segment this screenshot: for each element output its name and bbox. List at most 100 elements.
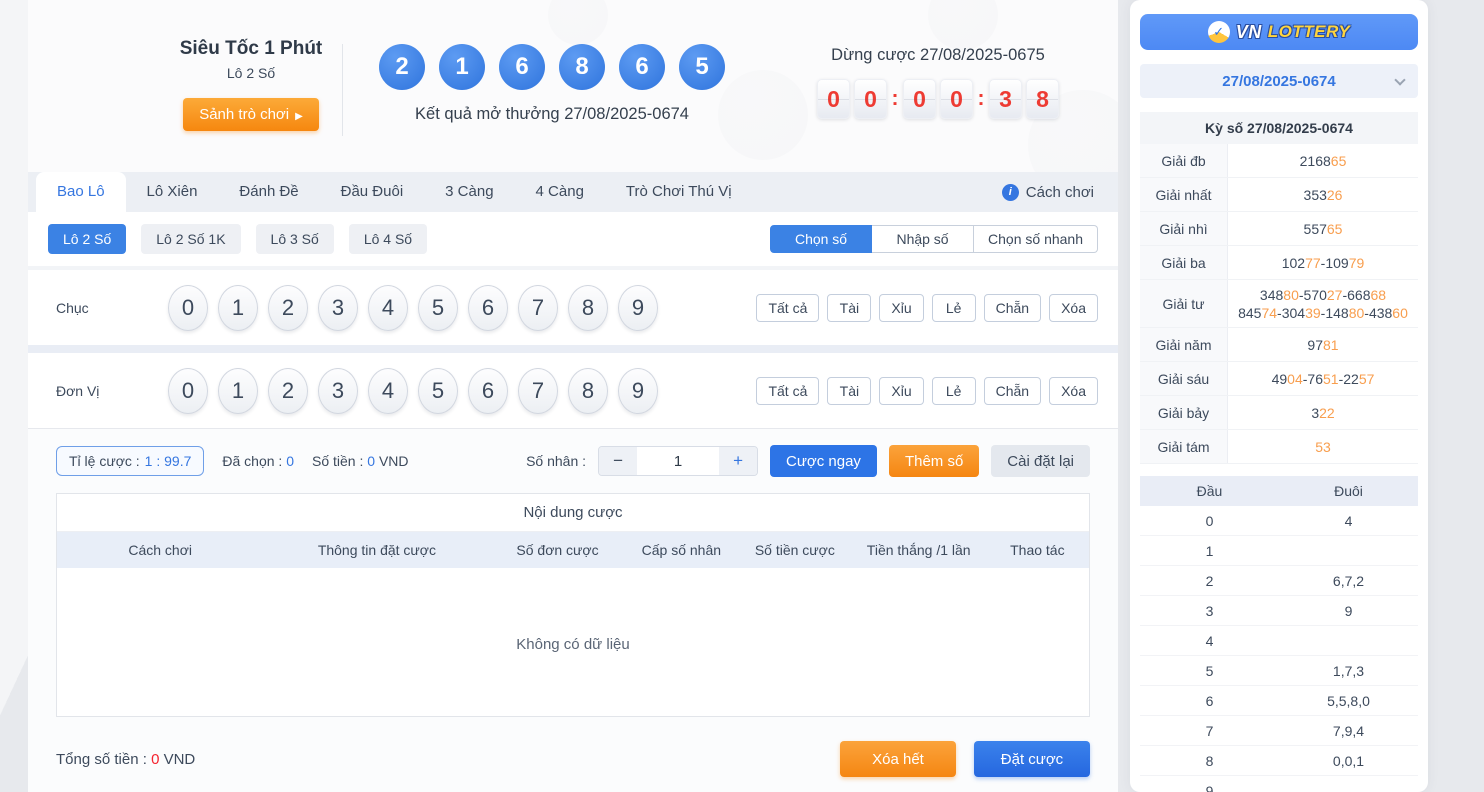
picker-rows: Chục0123456789Tất cảTàiXỉuLẻChẵnXóaĐơn V… (28, 270, 1118, 428)
lottery-logo-banner[interactable]: ✓ VNLOTTERY (1140, 14, 1418, 50)
subtabs-bar: Lô 2 Số Lô 2 Số 1K Lô 3 Số Lô 4 Số Chọn sốN… (28, 212, 1118, 266)
logo-text-vn: VN (1236, 22, 1262, 43)
tail-value (1279, 626, 1418, 655)
multiplier-plus-button[interactable]: + (719, 447, 757, 475)
chevron-down-icon (1394, 74, 1405, 85)
prize-line: 216865 (1300, 152, 1347, 170)
result-ball: 6 (499, 44, 545, 90)
digit-button-2[interactable]: 2 (268, 285, 308, 331)
digit-button-6[interactable]: 6 (468, 285, 508, 331)
add-number-button[interactable]: Thêm số (889, 445, 979, 477)
prize-value: 55765 (1228, 212, 1418, 245)
tab-3 Càng[interactable]: 3 Càng (424, 172, 514, 212)
digit-button-9[interactable]: 9 (618, 285, 658, 331)
main-tabs: Bao LôLô XiênĐánh ĐềĐầu Đuôi3 Càng4 Càng… (36, 172, 753, 212)
play-arrow-icon: ▶ (295, 111, 303, 122)
digit-button-6[interactable]: 6 (468, 368, 508, 414)
tab-Trò Chơi Thú Vị[interactable]: Trò Chơi Thú Vị (605, 172, 753, 212)
tab-Lô Xiên[interactable]: Lô Xiên (126, 172, 219, 212)
digit-button-8[interactable]: 8 (568, 285, 608, 331)
mode-Chọn số nhanh[interactable]: Chọn số nhanh (974, 225, 1098, 253)
game-header: Siêu Tốc 1 Phút Lô 2 Số Sảnh trò chơi▶ 2… (28, 0, 1118, 172)
quick-Xóa[interactable]: Xóa (1049, 294, 1098, 322)
digit-button-1[interactable]: 1 (218, 368, 258, 414)
quick-Chẵn[interactable]: Chẵn (984, 377, 1041, 405)
tail-column-label: Đuôi (1279, 476, 1418, 506)
clear-all-button[interactable]: Xóa hết (840, 741, 956, 777)
quick-Tài[interactable]: Tài (827, 377, 871, 405)
prize-digits-highlight: 27 (1327, 287, 1343, 303)
headtail-row: 04 (1140, 506, 1418, 536)
head-value: 6 (1140, 686, 1279, 715)
how-to-play[interactable]: i Cách chơi (1002, 172, 1094, 212)
prize-digits: 570 (1304, 287, 1327, 303)
headtail-row: 26,7,2 (1140, 566, 1418, 596)
tab-Đầu Đuôi[interactable]: Đầu Đuôi (320, 172, 425, 212)
quick-Xỉu[interactable]: Xỉu (879, 377, 923, 405)
subtab-Lô 3 Số[interactable]: Lô 3 Số (256, 224, 334, 254)
total-value: 0 (151, 751, 159, 768)
digit-button-8[interactable]: 8 (568, 368, 608, 414)
period-selector[interactable]: 27/08/2025-0674 (1140, 64, 1418, 98)
amount-label: Số tiền : (312, 453, 363, 469)
countdown-digit: 8 (1026, 79, 1059, 119)
quick-Tất cả[interactable]: Tất cả (756, 294, 819, 322)
digit-button-9[interactable]: 9 (618, 368, 658, 414)
digit-button-3[interactable]: 3 (318, 285, 358, 331)
result-balls: 216865 (362, 44, 742, 90)
tab-Bao Lô[interactable]: Bao Lô (36, 172, 126, 212)
reset-button[interactable]: Cài đặt lại (991, 445, 1090, 477)
mode-Nhập số[interactable]: Nhập số (872, 225, 974, 253)
quick-Tài[interactable]: Tài (827, 294, 871, 322)
digit-button-4[interactable]: 4 (368, 285, 408, 331)
odds-label: Tỉ lệ cược : (69, 453, 140, 469)
digit-button-1[interactable]: 1 (218, 285, 258, 331)
subtabs: Lô 2 Số Lô 2 Số 1K Lô 3 Số Lô 4 Số (48, 224, 442, 254)
multiplier-input[interactable] (637, 447, 719, 475)
mode-switch: Chọn sốNhập sốChọn số nhanh (770, 225, 1098, 253)
digit-button-3[interactable]: 3 (318, 368, 358, 414)
bet-now-button[interactable]: Cược ngay (770, 445, 877, 477)
subtab-Lô 4 Số[interactable]: Lô 4 Số (349, 224, 427, 254)
prize-row: Giải ba10277-10979 (1140, 246, 1418, 280)
quick-Xỉu[interactable]: Xỉu (879, 294, 923, 322)
place-bet-button[interactable]: Đặt cược (974, 741, 1090, 777)
digit-button-7[interactable]: 7 (518, 285, 558, 331)
quick-Tất cả[interactable]: Tất cả (756, 377, 819, 405)
column-header: Cách chơi (57, 542, 263, 558)
prize-row: Giải nhì55765 (1140, 212, 1418, 246)
digit-button-0[interactable]: 0 (168, 368, 208, 414)
digit-group: 0123456789 (168, 368, 658, 414)
subtab-Lô 2 Số 1K[interactable]: Lô 2 Số 1K (141, 224, 240, 254)
quick-Chẵn[interactable]: Chẵn (984, 294, 1041, 322)
quick-Xóa[interactable]: Xóa (1049, 377, 1098, 405)
prize-label: Giải nhất (1140, 178, 1228, 211)
quick-Lẻ[interactable]: Lẻ (932, 377, 976, 405)
digit-button-4[interactable]: 4 (368, 368, 408, 414)
subtab-Lô 2 Số[interactable]: Lô 2 Số (48, 224, 126, 254)
lobby-button[interactable]: Sảnh trò chơi▶ (183, 98, 319, 131)
prize-digits-highlight: 80 (1349, 305, 1365, 321)
tab-4 Càng[interactable]: 4 Càng (515, 172, 605, 212)
multiplier-label: Số nhân : (526, 453, 586, 469)
prize-digits-highlight: 65 (1327, 221, 1343, 237)
chosen-count: Đã chọn : 0 (222, 453, 294, 469)
column-header: Tiền thắng /1 lần (852, 542, 986, 558)
prize-value: 9781 (1228, 328, 1418, 361)
column-header: Thông tin đặt cược (263, 542, 490, 558)
headtail-row: 65,5,8,0 (1140, 686, 1418, 716)
digit-button-5[interactable]: 5 (418, 285, 458, 331)
multiplier-minus-button[interactable]: − (599, 447, 637, 475)
digit-button-0[interactable]: 0 (168, 285, 208, 331)
digit-button-7[interactable]: 7 (518, 368, 558, 414)
betting-panel: Siêu Tốc 1 Phút Lô 2 Số Sảnh trò chơi▶ 2… (28, 0, 1118, 792)
prize-digits-highlight: 57 (1359, 371, 1375, 387)
tab-Đánh Đề[interactable]: Đánh Đề (218, 172, 319, 212)
countdown-digit: 0 (817, 79, 850, 119)
quick-Lẻ[interactable]: Lẻ (932, 294, 976, 322)
mode-Chọn số[interactable]: Chọn số (770, 225, 872, 253)
prize-digits: 102 (1282, 255, 1305, 271)
digit-button-5[interactable]: 5 (418, 368, 458, 414)
digit-button-2[interactable]: 2 (268, 368, 308, 414)
prize-digits-highlight: 74 (1261, 305, 1277, 321)
